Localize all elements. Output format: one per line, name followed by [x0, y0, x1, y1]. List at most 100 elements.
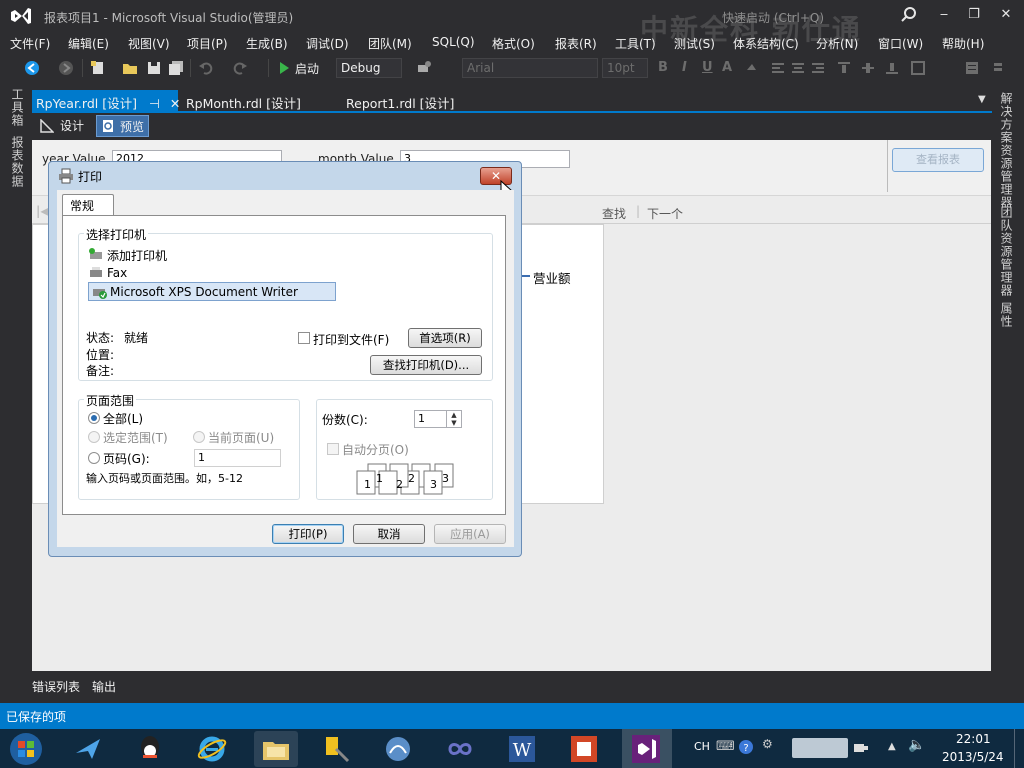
infinity-app-icon[interactable] — [444, 733, 476, 765]
output-tab[interactable]: 输出 — [92, 678, 116, 695]
close-tab-icon[interactable]: ✕ — [170, 96, 180, 111]
apply-button[interactable]: 应用(A) — [434, 524, 506, 544]
volume-icon[interactable]: 🔈 — [908, 737, 925, 753]
fill-color-icon[interactable] — [744, 60, 760, 76]
page-range-input[interactable]: 1 — [194, 449, 281, 467]
range-current-radio[interactable] — [193, 431, 205, 443]
range-pages-radio[interactable] — [88, 452, 100, 464]
view-report-button[interactable]: 查看报表 — [892, 148, 984, 172]
menu-file[interactable]: 文件(F) — [10, 35, 50, 52]
align-center-icon[interactable] — [790, 60, 806, 76]
menu-architecture[interactable]: 体系结构(C) — [733, 35, 799, 52]
start-debug-icon[interactable] — [276, 60, 292, 76]
help-icon[interactable]: ? — [738, 739, 754, 755]
open-file-icon[interactable] — [122, 60, 138, 76]
menu-help[interactable]: 帮助(H) — [942, 35, 984, 52]
menu-analyze[interactable]: 分析(N) — [816, 35, 858, 52]
find-link[interactable]: 查找 — [602, 205, 626, 222]
menu-window[interactable]: 窗口(W) — [878, 35, 923, 52]
align-top-icon[interactable] — [836, 60, 852, 76]
tab-rpyear[interactable]: RpYear.rdl [设计] ⊣ ✕ — [32, 90, 180, 112]
printer-item[interactable]: Fax — [88, 264, 127, 282]
ime-settings-icon[interactable]: ⚙ — [762, 737, 773, 751]
pin-icon[interactable]: ⊣ — [149, 96, 160, 111]
new-project-icon[interactable] — [90, 60, 106, 76]
maximize-button[interactable]: ❐ — [960, 4, 988, 26]
align-middle-icon[interactable] — [860, 60, 876, 76]
menu-view[interactable]: 视图(V) — [128, 35, 170, 52]
save-all-icon[interactable] — [168, 60, 184, 76]
cancel-button[interactable]: 取消 — [353, 524, 425, 544]
italic-button[interactable]: I — [682, 60, 687, 75]
search-icon[interactable] — [900, 6, 918, 24]
attach-icon[interactable] — [416, 60, 432, 76]
minimize-button[interactable]: ‒ — [930, 4, 958, 26]
menu-team[interactable]: 团队(M) — [368, 35, 412, 52]
clock-time[interactable]: 22:01 — [956, 732, 991, 746]
menu-test[interactable]: 测试(S) — [674, 35, 715, 52]
menu-report[interactable]: 报表(R) — [555, 35, 597, 52]
table-layout-icon[interactable] — [964, 60, 980, 76]
align-right-icon[interactable] — [810, 60, 826, 76]
collate-checkbox[interactable] — [327, 443, 339, 455]
preview-tab[interactable]: 预览 — [96, 115, 150, 137]
visual-studio-app-icon[interactable] — [630, 733, 662, 765]
menu-edit[interactable]: 编辑(E) — [68, 35, 109, 52]
range-all-radio[interactable] — [88, 412, 100, 424]
team-explorer-tab[interactable]: 团队资源管理器 — [998, 206, 1015, 297]
feiq-app-icon[interactable] — [72, 733, 104, 765]
tab-report1[interactable]: Report1.rdl [设计] — [342, 90, 458, 112]
menu-format[interactable]: 格式(O) — [492, 35, 535, 52]
menu-build[interactable]: 生成(B) — [246, 35, 288, 52]
properties-tab[interactable]: 属性 — [998, 302, 1015, 328]
save-icon[interactable] — [146, 60, 162, 76]
power-plug-icon[interactable] — [852, 741, 870, 755]
keyboard-icon[interactable]: ⌨ — [716, 739, 735, 754]
next-link[interactable]: 下一个 — [647, 205, 683, 222]
border-style-icon[interactable] — [910, 60, 926, 76]
font-color-button[interactable]: A — [722, 60, 732, 75]
redo-icon[interactable] — [232, 60, 248, 76]
back-icon[interactable] — [24, 60, 40, 76]
clock-date[interactable]: 2013/5/24 — [942, 750, 1004, 764]
error-list-tab[interactable]: 错误列表 — [32, 678, 80, 695]
word-app-icon[interactable]: W — [506, 733, 538, 765]
printer-item-selected[interactable]: Microsoft XPS Document Writer — [88, 282, 336, 301]
find-printer-button[interactable]: 查找打印机(D)... — [370, 355, 482, 375]
tab-rpmonth[interactable]: RpMonth.rdl [设计] — [182, 90, 305, 112]
copies-spinner[interactable]: ▲ ▼ — [446, 411, 461, 427]
ime-indicator[interactable]: CH — [694, 740, 710, 753]
report-data-tab[interactable]: 报表数据 — [9, 136, 26, 188]
align-bottom-icon[interactable] — [884, 60, 900, 76]
configuration-dropdown[interactable]: Debug — [336, 58, 402, 78]
toolbox-tab[interactable]: 工具箱 — [9, 88, 26, 127]
start-button-icon[interactable] — [8, 731, 44, 767]
underline-button[interactable]: U — [702, 60, 713, 75]
sql-tool-icon[interactable] — [320, 733, 352, 765]
tab-overflow-icon[interactable]: ▼ — [978, 94, 986, 105]
battery-widget[interactable] — [792, 738, 848, 758]
start-button-label[interactable]: 启动 — [295, 60, 319, 77]
preferences-button[interactable]: 首选项(R) — [408, 328, 482, 348]
powerpoint-app-icon[interactable] — [568, 733, 600, 765]
menu-debug[interactable]: 调试(D) — [306, 35, 349, 52]
tray-expand-icon[interactable]: ▲ — [888, 741, 896, 752]
menu-tools[interactable]: 工具(T) — [615, 35, 656, 52]
internet-explorer-icon[interactable] — [196, 733, 228, 765]
range-selection-radio[interactable] — [88, 431, 100, 443]
menu-sql[interactable]: SQL(Q) — [432, 35, 475, 49]
close-window-button[interactable]: ✕ — [992, 4, 1020, 26]
print-button[interactable]: 打印(P) — [272, 524, 344, 544]
qq-app-icon[interactable] — [134, 733, 166, 765]
font-size-dropdown[interactable]: 10pt — [602, 58, 648, 78]
quick-launch-input[interactable]: 快速启动 (Ctrl+Q) — [722, 9, 824, 26]
file-explorer-icon[interactable] — [260, 733, 292, 765]
printer-item[interactable]: 添加打印机 — [88, 246, 167, 264]
undo-icon[interactable] — [198, 60, 214, 76]
solution-explorer-tab[interactable]: 解决方案资源管理器 — [998, 92, 1015, 209]
sql-server-icon[interactable] — [382, 733, 414, 765]
menu-project[interactable]: 项目(P) — [187, 35, 228, 52]
tab-general[interactable]: 常规 — [62, 194, 114, 216]
bold-button[interactable]: B — [658, 60, 668, 75]
print-to-file-checkbox[interactable] — [298, 332, 310, 344]
